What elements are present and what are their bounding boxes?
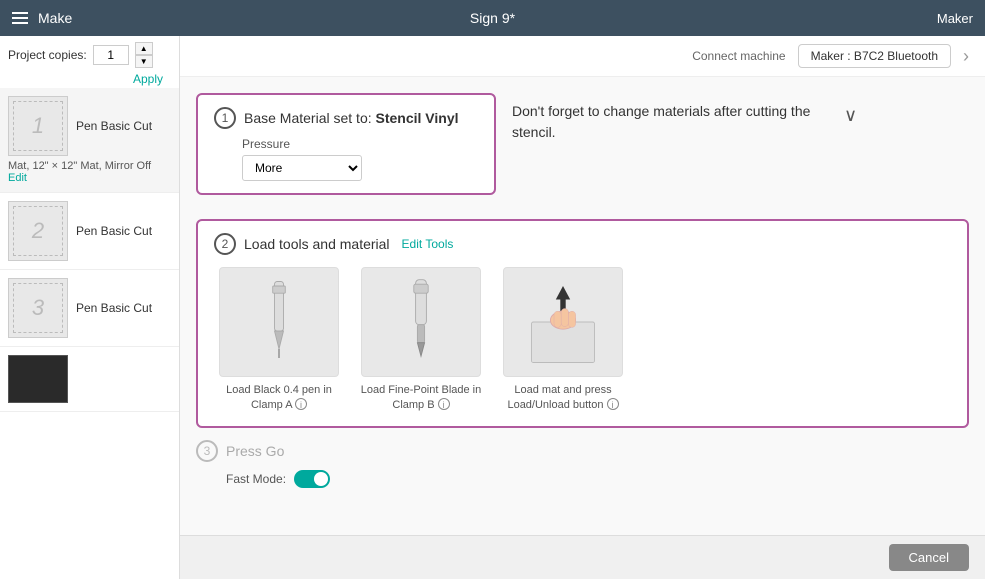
tool-caption-pen: Load Black 0.4 pen in Clamp A i — [214, 383, 344, 414]
reminder-area: Don't forget to change materials after c… — [512, 93, 861, 143]
tool-card-mat: Load mat and press Load/Unload button i — [498, 267, 628, 414]
copies-spinner: ▲ ▼ — [135, 42, 153, 68]
mat-illustration — [523, 277, 603, 367]
fastmode-row: Fast Mode: — [226, 470, 969, 488]
pressure-label: Pressure — [242, 137, 478, 151]
mat-preview-4 — [8, 355, 68, 403]
scroll-right-icon: › — [963, 46, 969, 67]
tool-info-icon-mat[interactable]: i — [607, 398, 619, 410]
reminder-text: Don't forget to change materials after c… — [512, 101, 832, 143]
pressure-select[interactable]: Default More Less — [242, 155, 362, 181]
step1-number: 1 — [214, 107, 236, 129]
sidebar-item-3[interactable]: 3 Pen Basic Cut — [0, 270, 179, 347]
sidebar-item-2-content: 2 Pen Basic Cut — [8, 201, 171, 261]
step1-header: 1 Base Material set to: Stencil Vinyl — [214, 107, 478, 129]
tool-info-icon-pen[interactable]: i — [295, 398, 307, 410]
sidebar-item-2-label: Pen Basic Cut — [76, 224, 152, 238]
connect-bar: Connect machine Maker : B7C2 Bluetooth › — [180, 36, 985, 77]
tool-image-mat — [503, 267, 623, 377]
context-label: Maker — [937, 11, 973, 26]
copies-input[interactable] — [93, 45, 129, 65]
step2-number: 2 — [214, 233, 236, 255]
sidebar-item-1-info: Pen Basic Cut — [76, 119, 152, 133]
mat-preview-1: 1 — [8, 96, 68, 156]
cancel-button[interactable]: Cancel — [889, 544, 969, 571]
app-title: Make — [38, 10, 72, 26]
step1-prefix: Base Material set to: — [244, 110, 372, 126]
content-area: Connect machine Maker : B7C2 Bluetooth ›… — [180, 36, 985, 579]
edit-tools-link[interactable]: Edit Tools — [402, 237, 454, 251]
tool-card-blade: Load Fine-Point Blade in Clamp B i — [356, 267, 486, 414]
footer: Cancel — [180, 535, 985, 579]
step2-title: Load tools and material — [244, 236, 390, 252]
step1-material: Stencil Vinyl — [376, 110, 459, 126]
apply-button[interactable]: Apply — [125, 70, 171, 88]
copies-down-button[interactable]: ▼ — [135, 55, 153, 68]
blade-illustration — [391, 277, 451, 367]
edit-link-1[interactable]: Edit — [8, 172, 171, 184]
sidebar-item-3-content: 3 Pen Basic Cut — [8, 278, 171, 338]
step3-number: 3 — [196, 440, 218, 462]
step2-box: 2 Load tools and material Edit Tools — [196, 219, 969, 428]
sidebar-item-2[interactable]: 2 Pen Basic Cut — [0, 193, 179, 270]
fastmode-toggle[interactable] — [294, 470, 330, 488]
step1-box: 1 Base Material set to: Stencil Vinyl Pr… — [196, 93, 496, 195]
connect-machine-button[interactable]: Maker : B7C2 Bluetooth — [798, 44, 951, 68]
sidebar-item-1-content: 1 Pen Basic Cut — [8, 96, 171, 156]
sidebar-item-3-label: Pen Basic Cut — [76, 301, 152, 315]
pen-illustration — [249, 277, 309, 367]
mat-preview-2: 2 — [8, 201, 68, 261]
mat-info-1: Mat, 12" × 12" Mat, Mirror Off — [8, 160, 171, 172]
step3-title: Press Go — [226, 443, 284, 459]
mat-preview-3: 3 — [8, 278, 68, 338]
hamburger-icon[interactable] — [12, 12, 28, 24]
tool-image-blade — [361, 267, 481, 377]
main-layout: Project copies: ▲ ▼ Apply 1 Pen Basic Cu… — [0, 36, 985, 579]
tool-cards: Load Black 0.4 pen in Clamp A i — [214, 267, 951, 414]
header-left: Make — [12, 10, 72, 26]
tool-card-pen: Load Black 0.4 pen in Clamp A i — [214, 267, 344, 414]
copies-label: Project copies: — [8, 48, 87, 62]
project-title: Sign 9* — [470, 10, 515, 26]
tool-image-pen — [219, 267, 339, 377]
sidebar: Project copies: ▲ ▼ Apply 1 Pen Basic Cu… — [0, 36, 180, 579]
sidebar-item-1-label: Pen Basic Cut — [76, 119, 152, 133]
fastmode-label: Fast Mode: — [226, 472, 286, 486]
tool-caption-blade: Load Fine-Point Blade in Clamp B i — [356, 383, 486, 414]
copies-up-button[interactable]: ▲ — [135, 42, 153, 55]
tool-caption-mat: Load mat and press Load/Unload button i — [498, 383, 628, 414]
steps-area: 1 Base Material set to: Stencil Vinyl Pr… — [180, 77, 985, 504]
step1-chevron-button[interactable]: ∨ — [840, 101, 861, 130]
step2-header: 2 Load tools and material Edit Tools — [214, 233, 951, 255]
sidebar-item-4[interactable] — [0, 347, 179, 412]
connect-label: Connect machine — [692, 49, 785, 63]
toggle-knob — [314, 472, 328, 486]
step1-title: Base Material set to: Stencil Vinyl — [244, 110, 459, 126]
step3-area: 3 Press Go Fast Mode: — [196, 440, 969, 488]
sidebar-item-1[interactable]: 1 Pen Basic Cut Mat, 12" × 12" Mat, Mirr… — [0, 88, 179, 193]
step3-header: 3 Press Go — [196, 440, 969, 462]
tool-info-icon-blade[interactable]: i — [438, 398, 450, 410]
header: Make Sign 9* Maker — [0, 0, 985, 36]
copies-row: Project copies: ▲ ▼ — [0, 36, 179, 70]
